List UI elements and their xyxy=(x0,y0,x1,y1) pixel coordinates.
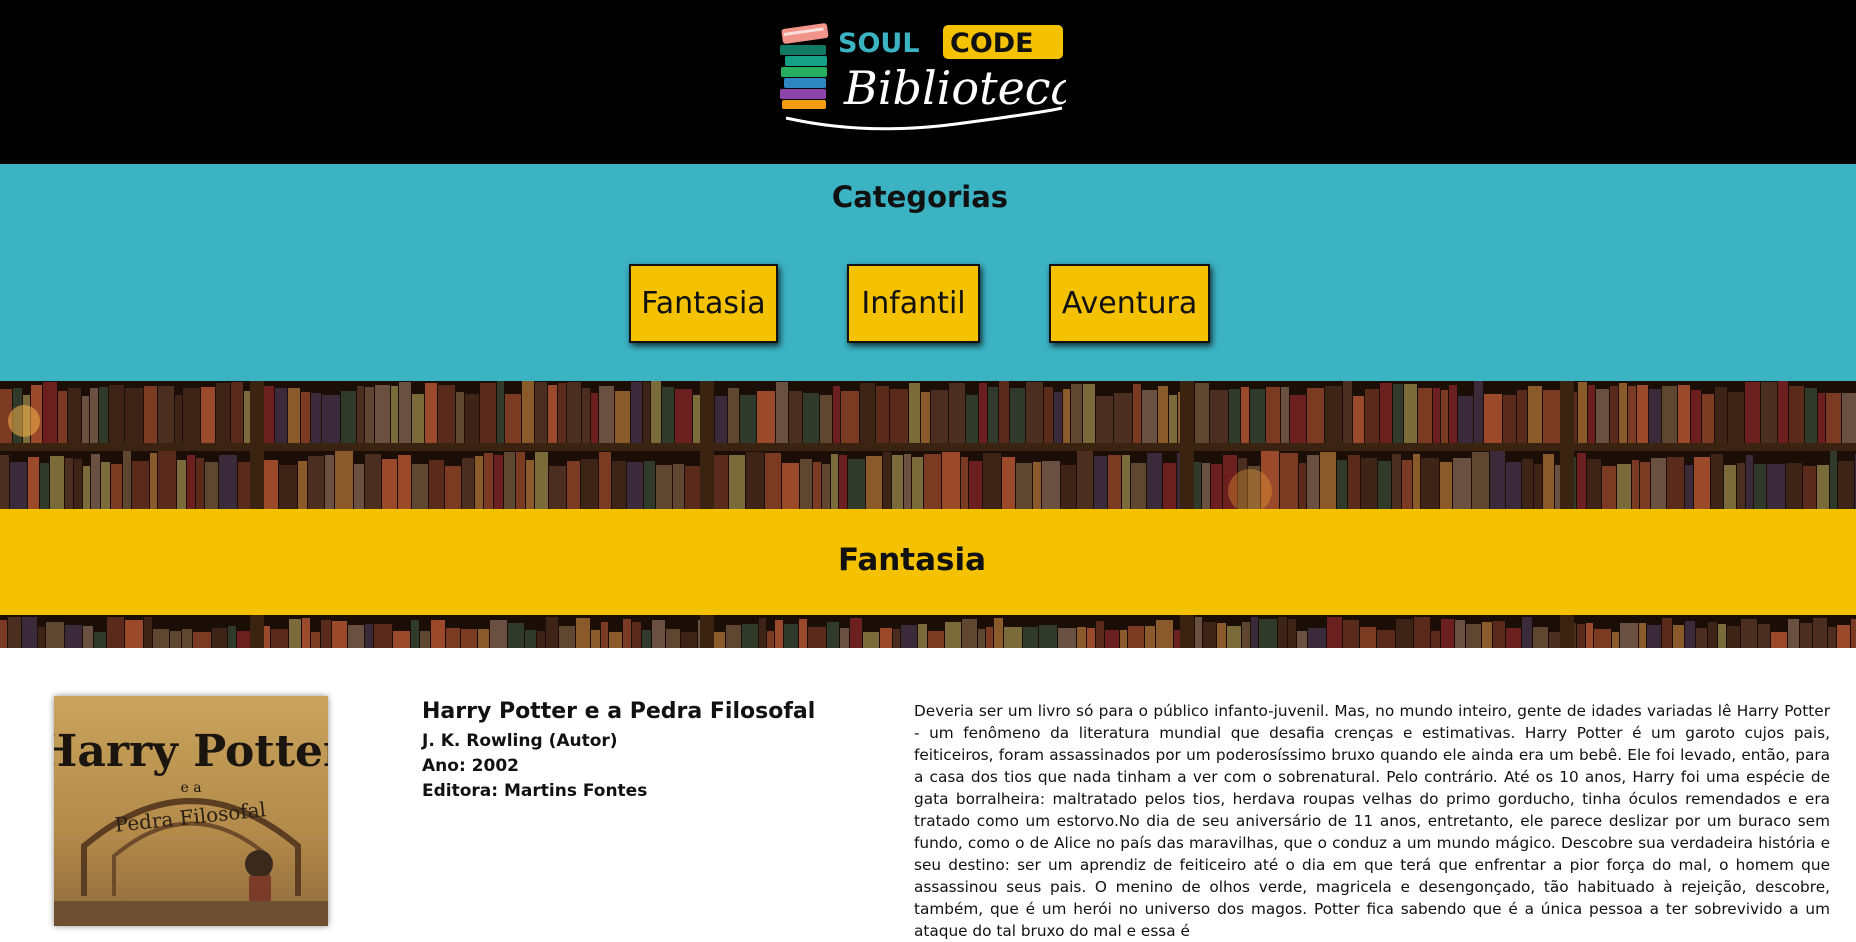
bookshelf-banner: Fantasia xyxy=(0,381,1856,648)
categories-section: Categorias Fantasia Infantil Aventura xyxy=(0,164,1856,381)
category-button-fantasia[interactable]: Fantasia xyxy=(629,264,778,343)
genre-heading: Fantasia xyxy=(837,542,987,578)
book-title: Harry Potter e a Pedra Filosofal xyxy=(422,699,816,724)
genre-banner: Fantasia xyxy=(0,509,1856,615)
categories-heading: Categorias xyxy=(831,180,1009,214)
book-section: Harry Potter e a Pedra Filosofal Harry P… xyxy=(0,648,1856,940)
book-publisher: Editora: Martins Fontes xyxy=(422,781,648,801)
books-stack-icon xyxy=(780,23,829,109)
category-button-aventura[interactable]: Aventura xyxy=(1049,264,1210,343)
svg-text:SOUL: SOUL xyxy=(838,28,920,59)
svg-text:Harry Potter: Harry Potter xyxy=(54,726,328,777)
svg-text:Biblioteca: Biblioteca xyxy=(843,61,1066,115)
book-info: Harry Potter e a Pedra Filosofal J. K. R… xyxy=(422,698,842,804)
book-description: Deveria ser um livro só para o público i… xyxy=(914,702,1830,940)
svg-text:e a: e a xyxy=(180,780,201,796)
logo-graphic: SOUL CODE Biblioteca xyxy=(780,23,1078,131)
book-author: J. K. Rowling (Autor) xyxy=(422,731,618,751)
book-cover-image[interactable]: Harry Potter e a Pedra Filosofal xyxy=(54,696,328,926)
svg-text:CODE: CODE xyxy=(950,28,1034,59)
soulcode-biblioteca-logo[interactable]: SOUL CODE Biblioteca xyxy=(776,18,1078,138)
site-header: SOUL CODE Biblioteca xyxy=(0,0,1856,164)
category-button-infantil[interactable]: Infantil xyxy=(847,264,980,343)
book-year: Ano: 2002 xyxy=(422,756,519,776)
